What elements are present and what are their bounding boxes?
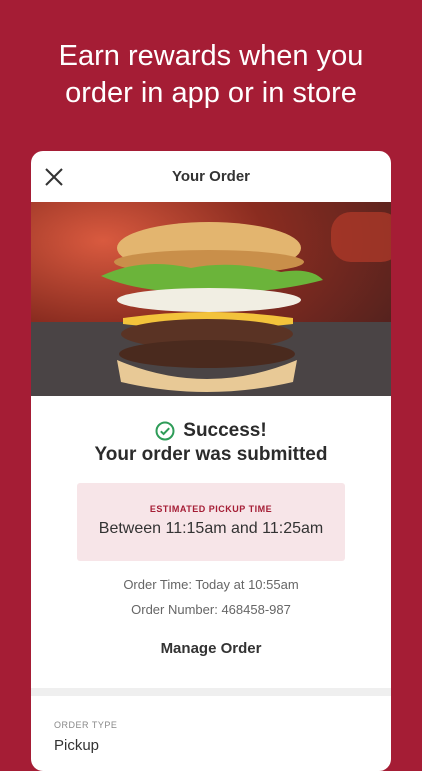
pickup-time-box: ESTIMATED PICKUP TIME Between 11:15am an… bbox=[77, 483, 345, 561]
order-type-value: Pickup bbox=[54, 737, 100, 754]
order-time: Order Time: Today at 10:55am bbox=[123, 577, 299, 592]
manage-order-button[interactable]: Manage Order bbox=[31, 640, 391, 657]
order-number: Order Number: 468458-987 bbox=[131, 602, 291, 617]
pickup-time-label: ESTIMATED PICKUP TIME bbox=[149, 504, 273, 514]
check-circle-icon bbox=[155, 421, 175, 441]
close-button[interactable] bbox=[43, 166, 65, 188]
success-subtitle: Your order was submitted bbox=[94, 444, 328, 465]
order-card: Your Order Success! Your order was submi… bbox=[31, 151, 391, 771]
pickup-time-range: Between 11:15am and 11:25am bbox=[98, 520, 324, 537]
order-type-label: ORDER TYPE bbox=[54, 720, 118, 730]
burger-photo bbox=[31, 202, 391, 396]
section-divider bbox=[31, 688, 391, 696]
card-title: Your Order bbox=[171, 168, 251, 185]
promo-headline: Earn rewards when you order in app or in… bbox=[0, 38, 422, 112]
card-header: Your Order bbox=[31, 151, 391, 202]
success-title: Success! bbox=[183, 420, 267, 441]
close-icon bbox=[45, 168, 63, 186]
promo-headline-line2: order in app or in store bbox=[65, 77, 357, 109]
promo-headline-line1: Earn rewards when you bbox=[58, 40, 364, 72]
success-message: Success! Your order was submitted bbox=[31, 419, 391, 466]
